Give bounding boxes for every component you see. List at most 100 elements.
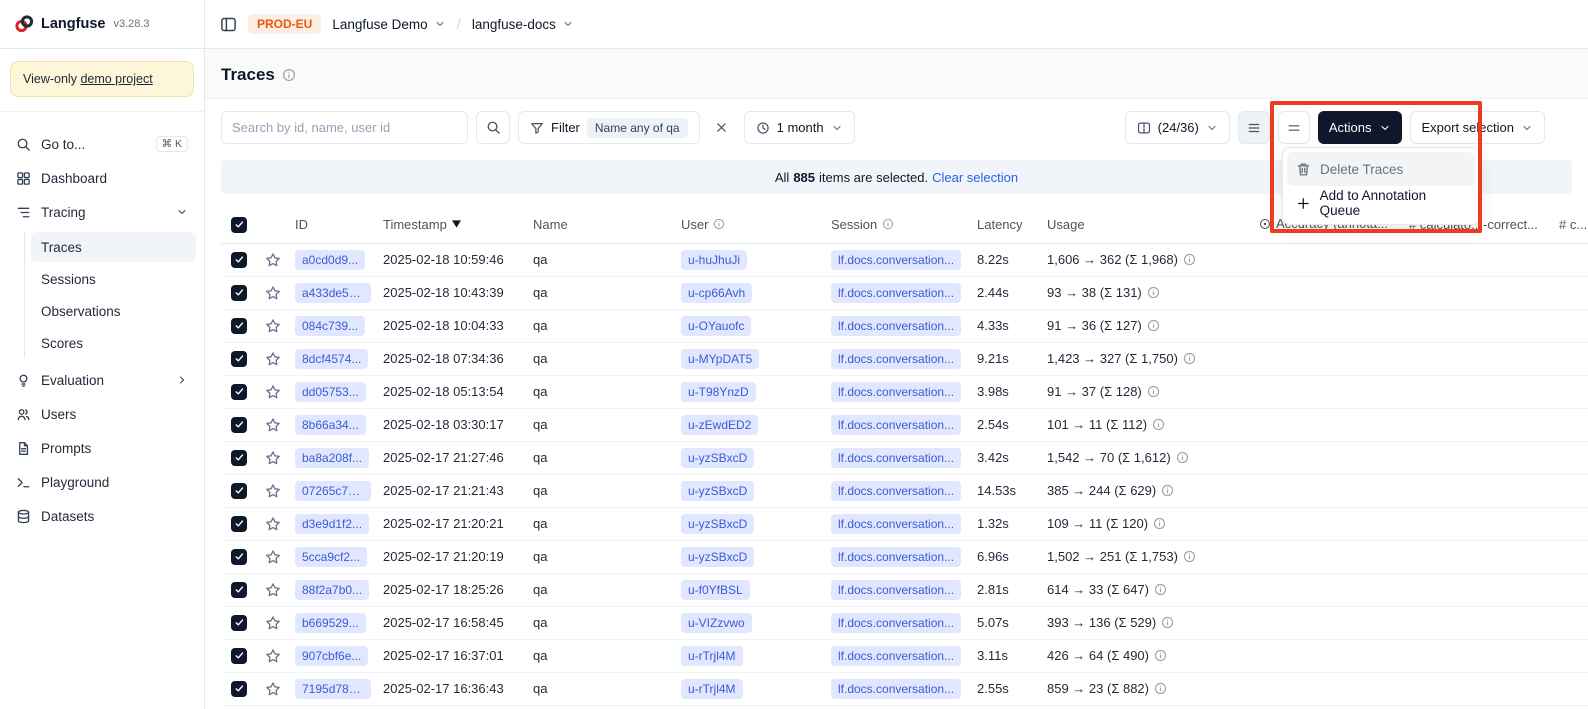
user-badge[interactable]: u-rTrjl4M [681,679,743,699]
session-badge[interactable]: lf.docs.conversation... [831,481,961,501]
trace-id-badge[interactable]: 8b66a34... [295,415,366,435]
sidebar-item-scores[interactable]: Scores [31,328,196,358]
trace-id-badge[interactable]: dd05753... [295,382,366,402]
sidebar-item-sessions[interactable]: Sessions [31,264,196,294]
sidebar-item-observations[interactable]: Observations [31,296,196,326]
column-header-name[interactable]: Name [527,206,675,243]
menu-item-delete-traces[interactable]: Delete Traces [1287,152,1475,186]
session-badge[interactable]: lf.docs.conversation... [831,250,961,270]
column-header-session[interactable]: Session [825,206,971,243]
session-badge[interactable]: lf.docs.conversation... [831,514,961,534]
user-badge[interactable]: u-T98YnzD [681,382,756,402]
table-row[interactable]: 88f2a7b0... 2025-02-17 18:25:26 qa u-f0Y… [221,573,1588,606]
favorite-star-icon[interactable] [265,384,281,400]
table-row[interactable]: 5cca9cf2... 2025-02-17 21:20:19 qa u-yzS… [221,540,1588,573]
table-row[interactable]: dd05753... 2025-02-18 05:13:54 qa u-T98Y… [221,375,1588,408]
trace-id-badge[interactable]: 7195d78e... [295,679,371,699]
favorite-star-icon[interactable] [265,549,281,565]
favorite-star-icon[interactable] [265,681,281,697]
goto-search[interactable]: Go to... ⌘ K [8,128,196,160]
row-checkbox[interactable] [231,516,247,532]
column-header-user[interactable]: User [675,206,825,243]
session-badge[interactable]: lf.docs.conversation... [831,283,961,303]
favorite-star-icon[interactable] [265,483,281,499]
column-header-correctness[interactable]: -correct... [1477,206,1553,243]
table-row[interactable]: a433de51... 2025-02-18 10:43:39 qa u-cp6… [221,276,1588,309]
row-checkbox[interactable] [231,318,247,334]
session-badge[interactable]: lf.docs.conversation... [831,415,961,435]
session-badge[interactable]: lf.docs.conversation... [831,448,961,468]
user-badge[interactable]: u-cp66Avh [681,283,752,303]
column-header-usage[interactable]: Usage [1041,206,1253,243]
favorite-star-icon[interactable] [265,615,281,631]
session-badge[interactable]: lf.docs.conversation... [831,349,961,369]
session-badge[interactable]: lf.docs.conversation... [831,679,961,699]
user-badge[interactable]: u-rTrjl4M [681,646,743,666]
user-badge[interactable]: u-MYpDAT5 [681,349,759,369]
user-badge[interactable]: u-zEwdED2 [681,415,758,435]
row-checkbox[interactable] [231,615,247,631]
favorite-star-icon[interactable] [265,516,281,532]
table-row[interactable]: d3e9d1f2... 2025-02-17 21:20:21 qa u-yzS… [221,507,1588,540]
sidebar-item-tracing[interactable]: Tracing [8,196,196,228]
trace-id-badge[interactable]: b669529... [295,613,366,633]
trace-id-badge[interactable]: a433de51... [295,283,371,303]
sidebar-item-users[interactable]: Users [8,398,196,430]
user-badge[interactable]: u-yzSBxcD [681,481,754,501]
table-row[interactable]: b669529... 2025-02-17 16:58:45 qa u-VIZz… [221,606,1588,639]
demo-project-link[interactable]: demo project [80,72,152,86]
row-checkbox[interactable] [231,483,247,499]
user-badge[interactable]: u-yzSBxcD [681,448,754,468]
session-badge[interactable]: lf.docs.conversation... [831,580,961,600]
favorite-star-icon[interactable] [265,582,281,598]
session-badge[interactable]: lf.docs.conversation... [831,382,961,402]
session-badge[interactable]: lf.docs.conversation... [831,613,961,633]
user-badge[interactable]: u-huJhuJi [681,250,747,270]
favorite-star-icon[interactable] [265,318,281,334]
favorite-star-icon[interactable] [265,252,281,268]
session-badge[interactable]: lf.docs.conversation... [831,316,961,336]
trace-id-badge[interactable]: d3e9d1f2... [295,514,369,534]
table-row[interactable]: 8dcf4574... 2025-02-18 07:34:36 qa u-MYp… [221,342,1588,375]
trace-id-badge[interactable]: a0cd0d9... [295,250,365,270]
sidebar-toggle-icon[interactable] [220,16,237,33]
table-row[interactable]: 07265c7a... 2025-02-17 21:21:43 qa u-yzS… [221,474,1588,507]
org-switcher[interactable]: Langfuse Demo [332,17,445,32]
table-row[interactable]: 7195d78e... 2025-02-17 16:36:43 qa u-rTr… [221,672,1588,705]
sidebar-item-dashboard[interactable]: Dashboard [8,162,196,194]
row-checkbox[interactable] [231,384,247,400]
user-badge[interactable]: u-VIZzvwo [681,613,752,633]
table-row[interactable]: 8b66a34... 2025-02-18 03:30:17 qa u-zEwd… [221,408,1588,441]
favorite-star-icon[interactable] [265,648,281,664]
row-checkbox[interactable] [231,252,247,268]
row-checkbox[interactable] [231,417,247,433]
user-badge[interactable]: u-yzSBxcD [681,514,754,534]
sidebar-item-traces[interactable]: Traces [31,232,196,262]
actions-button[interactable]: Actions [1318,111,1402,144]
favorite-star-icon[interactable] [265,450,281,466]
columns-button[interactable]: (24/36) [1125,111,1230,144]
favorite-star-icon[interactable] [265,285,281,301]
clear-filter-button[interactable] [708,114,736,142]
table-row[interactable]: 084c739... 2025-02-18 10:04:33 qa u-OYau… [221,309,1588,342]
user-badge[interactable]: u-f0YfBSL [681,580,750,600]
sidebar-item-prompts[interactable]: Prompts [8,432,196,464]
environment-badge[interactable]: PROD-EU [248,14,321,34]
trace-id-badge[interactable]: 8dcf4574... [295,349,368,369]
row-checkbox[interactable] [231,549,247,565]
sidebar-item-datasets[interactable]: Datasets [8,500,196,532]
table-row[interactable]: 907cbf6e... 2025-02-17 16:37:01 qa u-rTr… [221,639,1588,672]
search-button[interactable] [476,111,510,144]
column-header-latency[interactable]: Latency [971,206,1041,243]
user-badge[interactable]: u-yzSBxcD [681,547,754,567]
favorite-star-icon[interactable] [265,417,281,433]
column-header-cut[interactable]: # c... [1553,206,1588,243]
row-height-compact-button[interactable] [1238,111,1270,144]
project-switcher[interactable]: langfuse-docs [472,17,574,32]
trace-id-badge[interactable]: 88f2a7b0... [295,580,369,600]
session-badge[interactable]: lf.docs.conversation... [831,547,961,567]
favorite-star-icon[interactable] [265,351,281,367]
search-input[interactable] [232,120,457,135]
row-checkbox[interactable] [231,450,247,466]
trace-id-badge[interactable]: 907cbf6e... [295,646,368,666]
